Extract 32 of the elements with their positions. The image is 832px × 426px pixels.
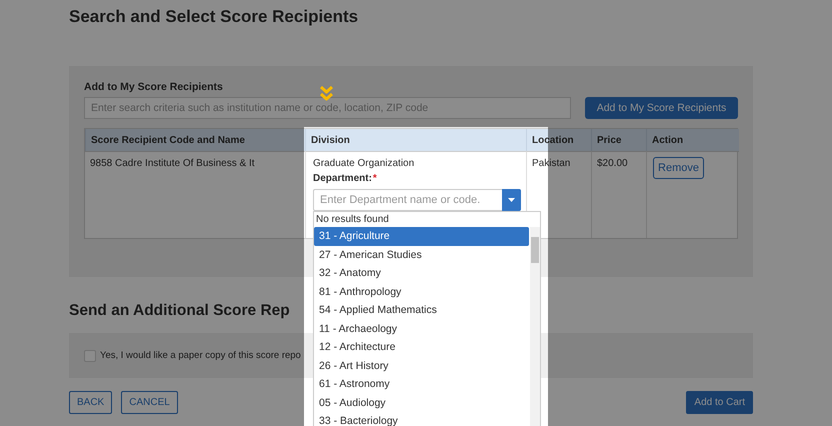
dropdown-option[interactable]: 33 - Bacteriology [314, 412, 530, 426]
section-title: Send an Additional Score Rep [69, 301, 290, 321]
dropdown-option[interactable]: 26 - Art History [314, 356, 530, 375]
dropdown-option[interactable]: 54 - Applied Mathematics [314, 301, 530, 320]
section-label: Add to My Score Recipients [84, 80, 223, 94]
department-label: Department: [313, 173, 372, 185]
column-header: Action [646, 129, 739, 151]
dropdown-button[interactable] [502, 189, 521, 211]
dropdown-option[interactable]: 31 - Agriculture [314, 227, 530, 246]
required-mark: * [372, 173, 377, 185]
table-cell: $20.00 [597, 158, 628, 170]
column-header: Price [591, 129, 646, 151]
dropdown-option[interactable]: 12 - Architecture [314, 338, 530, 356]
dropdown-option[interactable]: 81 - Anthropology [314, 282, 530, 301]
checkbox-label: Yes, I would like a paper copy of this score repo [100, 350, 301, 361]
scrollbar[interactable] [530, 227, 540, 426]
caret-icon [508, 198, 515, 202]
checkbox[interactable] [84, 350, 96, 362]
dropdown-option[interactable]: 05 - Audiology [314, 394, 530, 412]
dropdown-option[interactable]: 61 - Astronomy [314, 375, 530, 394]
dropdown-option[interactable]: 11 - Archaeology [314, 320, 530, 338]
dropdown-option[interactable]: 32 - Anatomy [314, 264, 530, 282]
department-field[interactable]: Enter Department name or code. [313, 189, 502, 211]
column-header: Score Recipient Code and Name [85, 129, 305, 151]
dropdown-option[interactable]: 27 - American Studies [314, 246, 530, 264]
division-text: Graduate Organization [313, 158, 414, 170]
page-title: Search and Select Score Recipients [69, 6, 358, 28]
table-cell: 9858 Cadre Institute Of Business & It [90, 158, 255, 170]
no-results-text: No results found [315, 213, 390, 227]
search-field[interactable]: Enter search criteria such as institution name or code, location, ZIP code [84, 97, 571, 119]
double-chevron-icon [320, 86, 333, 101]
column-header: Division [305, 129, 526, 151]
